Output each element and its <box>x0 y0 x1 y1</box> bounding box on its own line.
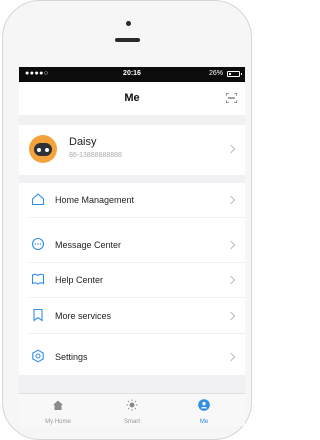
menu-item-label: More services <box>55 311 112 321</box>
user-name: Daisy <box>69 136 97 148</box>
menu-item-label: Message Center <box>55 240 122 250</box>
chevron-right-icon <box>226 144 236 154</box>
tab-label: Smart <box>123 419 140 425</box>
user-phone: 86-13888888888 <box>69 152 122 159</box>
page-title: Me <box>124 92 140 104</box>
chevron-right-icon <box>226 275 236 285</box>
menu-item-message-center[interactable]: Message Center <box>19 228 245 262</box>
person-icon <box>198 399 210 411</box>
divider <box>29 217 245 218</box>
profile-card[interactable]: Daisy 86-13888888888 <box>19 125 245 175</box>
book-icon <box>31 273 45 285</box>
chevron-right-icon <box>226 240 236 250</box>
tab-smart[interactable]: Smart <box>107 398 157 425</box>
divider <box>29 297 245 298</box>
menu-item-label: Settings <box>55 352 88 362</box>
battery-percent: 26% <box>208 70 223 77</box>
divider <box>29 333 245 334</box>
tab-me[interactable]: Me <box>179 398 229 425</box>
menu-list: Home Management Message Center Help Cent… <box>19 183 245 375</box>
avatar <box>29 135 57 163</box>
bookmark-icon <box>33 308 43 322</box>
menu-item-help-center[interactable]: Help Center <box>19 263 245 297</box>
robot-eye-left <box>37 148 41 152</box>
house-icon <box>31 193 45 206</box>
tab-label: Me <box>199 419 209 425</box>
menu-item-label: Help Center <box>55 275 104 285</box>
tab-label: My Home <box>45 419 71 425</box>
chevron-right-icon <box>226 352 236 362</box>
menu-item-more-services[interactable]: More services <box>19 299 245 333</box>
tab-my-home[interactable]: My Home <box>33 398 83 425</box>
chat-bubble-icon <box>31 237 45 251</box>
settings-hexagon-icon <box>32 349 44 363</box>
menu-item-settings[interactable]: Settings <box>19 340 245 374</box>
screen: ●●●●○ 20:16 26% Me Daisy 86-13888888888 … <box>19 67 245 426</box>
phone-frame: ●●●●○ 20:16 26% Me Daisy 86-13888888888 … <box>0 0 254 440</box>
tab-bar: My Home Smart Me <box>19 393 245 426</box>
earpiece-speaker <box>115 38 140 42</box>
robot-eye-right <box>45 148 49 152</box>
battery-nub <box>241 73 242 75</box>
menu-item-home-management[interactable]: Home Management <box>19 183 245 217</box>
scan-icon[interactable] <box>226 93 237 103</box>
front-camera <box>126 21 131 26</box>
sun-icon <box>126 399 138 411</box>
chevron-right-icon <box>226 311 236 321</box>
status-bar: ●●●●○ 20:16 26% <box>19 67 245 82</box>
robot-face-icon <box>34 143 52 156</box>
home-icon <box>53 400 63 410</box>
menu-item-label: Home Management <box>55 195 135 205</box>
battery-fill <box>229 73 231 75</box>
chevron-right-icon <box>226 195 236 205</box>
navigation-bar: Me <box>19 82 245 115</box>
battery-icon <box>227 71 242 77</box>
